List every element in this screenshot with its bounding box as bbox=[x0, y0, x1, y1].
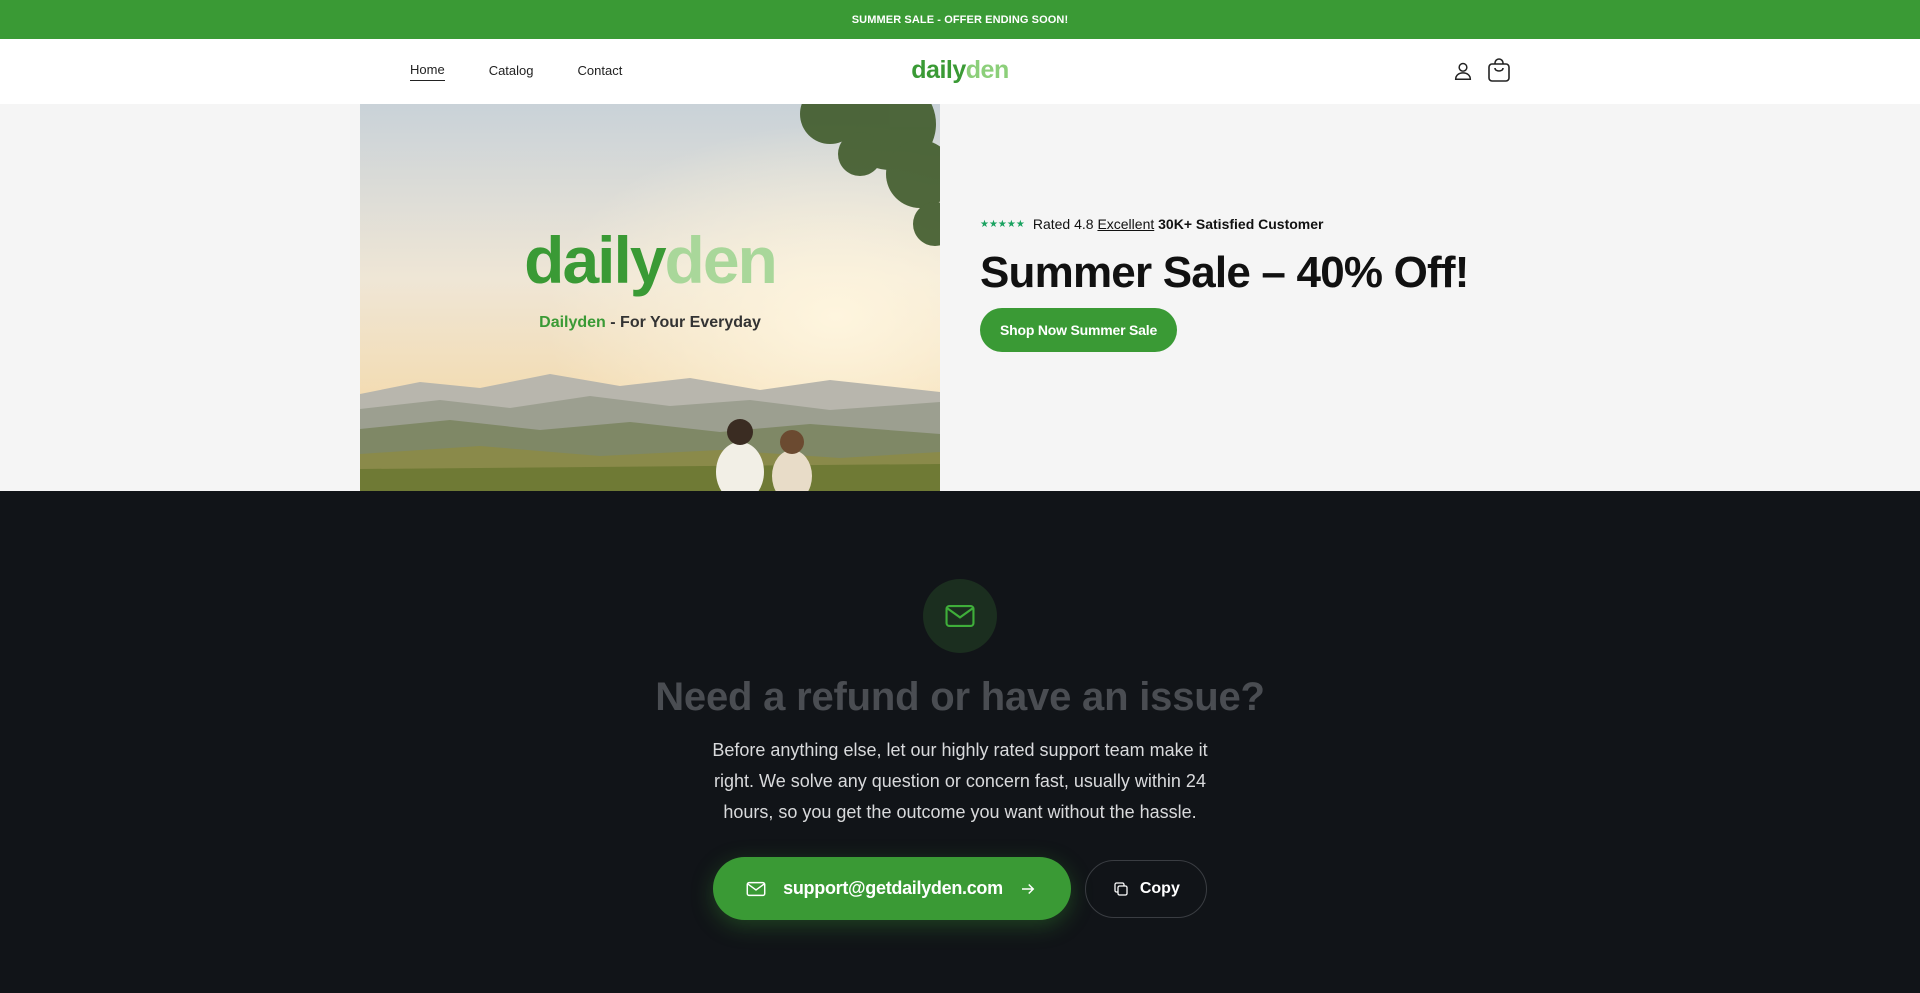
nav-home[interactable]: Home bbox=[410, 62, 445, 81]
hero-image-logo: dailyden bbox=[360, 222, 940, 298]
account-icon[interactable] bbox=[1450, 58, 1476, 84]
header-actions bbox=[1450, 58, 1512, 84]
shop-now-button[interactable]: Shop Now Summer Sale bbox=[980, 308, 1178, 352]
customer-count: 30K+ Satisfied Customer bbox=[1158, 216, 1324, 232]
tagline-rest: - For Your Everyday bbox=[605, 314, 761, 331]
copy-icon bbox=[1114, 882, 1128, 896]
arrow-right-icon bbox=[1021, 883, 1035, 894]
hero-copy: ★★★★★ Rated 4.8 Excellent 30K+ Satisfied… bbox=[980, 216, 1469, 352]
support-title: Need a refund or have an issue? bbox=[655, 675, 1265, 719]
rating-word[interactable]: Excellent bbox=[1097, 216, 1154, 232]
logo-part-den: den bbox=[965, 56, 1009, 84]
hero-title: Summer Sale – 40% Off! bbox=[980, 248, 1469, 297]
copy-label: Copy bbox=[1139, 880, 1180, 897]
star-rating-icon: ★★★★★ bbox=[980, 218, 1025, 230]
site-logo[interactable]: dailyden bbox=[911, 56, 1009, 85]
rating-row: ★★★★★ Rated 4.8 Excellent 30K+ Satisfied… bbox=[980, 216, 1469, 232]
support-section: Need a refund or have an issue? Before a… bbox=[0, 491, 1920, 993]
envelope-icon bbox=[746, 881, 766, 896]
copy-email-button[interactable]: Copy bbox=[1084, 860, 1207, 918]
rating-text: Rated 4.8 bbox=[1032, 216, 1094, 232]
support-email: support@getdailyden.com bbox=[783, 878, 1003, 898]
main-nav: Home Catalog Contact bbox=[410, 39, 622, 104]
email-support-button[interactable]: support@getdailyden.com bbox=[713, 857, 1071, 920]
site-header: Home Catalog Contact dailyden bbox=[0, 39, 1920, 104]
hero-section: dailyden Dailyden - For Your Everyday ★★… bbox=[0, 104, 1920, 491]
logo-part-daily: daily bbox=[911, 56, 966, 84]
mail-icon bbox=[923, 579, 997, 653]
hero-image-tagline: Dailyden - For Your Everyday bbox=[360, 314, 940, 332]
support-description: Before anything else, let our highly rat… bbox=[712, 740, 1208, 822]
nav-catalog[interactable]: Catalog bbox=[489, 63, 534, 81]
announcement-text: SUMMER SALE - OFFER ENDING SOON! bbox=[851, 13, 1069, 26]
cart-icon[interactable] bbox=[1486, 58, 1512, 84]
announcement-bar: SUMMER SALE - OFFER ENDING SOON! bbox=[0, 0, 1920, 39]
hero-logo-den: den bbox=[664, 223, 778, 297]
tagline-brand: Dailyden bbox=[539, 314, 606, 331]
support-actions: support@getdailyden.com Copy bbox=[0, 857, 1920, 920]
hero-logo-daily: daily bbox=[524, 223, 666, 297]
hero-image: dailyden Dailyden - For Your Everyday bbox=[360, 104, 940, 491]
nav-contact[interactable]: Contact bbox=[578, 63, 623, 81]
